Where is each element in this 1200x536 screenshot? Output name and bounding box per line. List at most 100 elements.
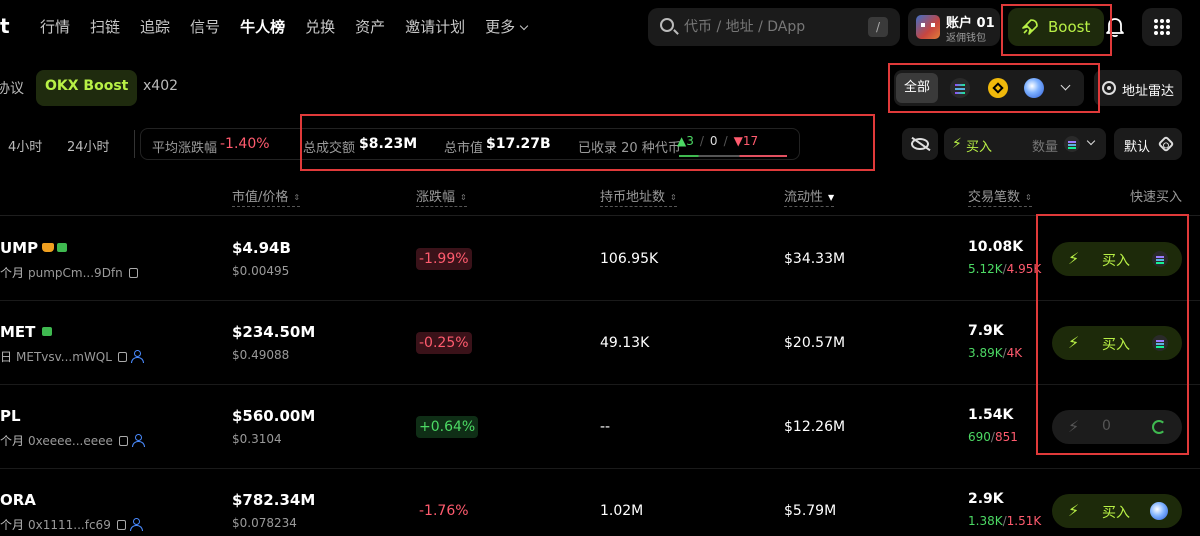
table-row[interactable]: MET 日 METvsv...mWQL $234.50M $0.49088 -0.…: [0, 301, 1200, 385]
column-header-change[interactable]: 涨跌幅 ⇕: [416, 186, 467, 207]
column-header-mcap[interactable]: 市值/价格 ⇕: [232, 186, 301, 207]
nav-items: 行情 扫链 追踪 信号 牛人榜 兑换 资产 邀请计划 更多: [40, 16, 547, 37]
top-nav: t 行情 扫链 追踪 信号 牛人榜 兑换 资产 邀请计划 更多 / 账户 01 …: [0, 0, 1200, 56]
buy-sell-split: 5.12K/4.95K: [968, 262, 1042, 276]
gear-icon: [1157, 135, 1175, 153]
nav-item-track[interactable]: 追踪: [140, 16, 170, 37]
base-icon[interactable]: [1024, 78, 1044, 98]
account-switcher[interactable]: 账户 01 返佣钱包: [908, 8, 1000, 46]
verified-badge-icon: [42, 327, 53, 336]
buy-amount-input[interactable]: 数量: [1032, 136, 1058, 155]
logo[interactable]: t: [0, 14, 10, 38]
sort-icon: ⇕: [670, 193, 677, 202]
price: $0.00495: [232, 264, 290, 278]
loading-spinner-icon: [1152, 420, 1166, 434]
preset-default-button[interactable]: 默认: [1114, 128, 1182, 160]
sort-icon: ⇕: [460, 193, 467, 202]
change-badge: -0.25%: [416, 332, 472, 354]
solana-icon[interactable]: [950, 78, 970, 98]
nav-item-leaderboard[interactable]: 牛人榜: [240, 16, 285, 37]
market-cap: $560.00M: [232, 407, 316, 425]
lightning-icon: ⚡: [1068, 417, 1080, 436]
table-row[interactable]: ORA 个月 0x1111...fc69 $782.34M $0.078234 -…: [0, 469, 1200, 536]
quick-buy-label: 买入: [1102, 337, 1130, 353]
dev-icon[interactable]: [129, 518, 143, 531]
avatar: [916, 15, 940, 39]
copy-icon[interactable]: [117, 352, 127, 362]
token-symbol: UMP: [0, 239, 68, 257]
nav-item-scan[interactable]: 扫链: [90, 16, 120, 37]
tab-protocol[interactable]: 协议: [0, 78, 24, 98]
buy-config-label: 买入: [966, 140, 993, 155]
solana-icon: [1064, 136, 1080, 152]
search-icon: [660, 18, 674, 32]
chevron-down-icon[interactable]: [1060, 80, 1071, 91]
column-header-liquidity[interactable]: 流动性 ▼: [784, 186, 835, 207]
dev-icon[interactable]: [131, 434, 145, 447]
timeframe-4h[interactable]: 4小时: [8, 136, 42, 155]
quick-buy-button-disabled[interactable]: ⚡ 0: [1052, 410, 1182, 444]
search-input[interactable]: [684, 8, 864, 46]
nav-item-swap[interactable]: 兑换: [305, 16, 335, 37]
quick-buy-label: 买入: [1102, 253, 1130, 269]
token-meta: 个月 0xeeee...eeee: [0, 432, 145, 449]
nav-item-market[interactable]: 行情: [40, 16, 70, 37]
nav-item-signal[interactable]: 信号: [190, 16, 220, 37]
sort-desc-icon: ▼: [828, 193, 835, 202]
hide-toggle-button[interactable]: [902, 128, 938, 160]
copy-icon[interactable]: [116, 520, 126, 530]
token-symbol: ORA: [0, 491, 36, 509]
buy-sell-split: 3.89K/4K: [968, 346, 1023, 360]
nav-item-more[interactable]: 更多: [485, 16, 529, 37]
bell-icon[interactable]: [1102, 14, 1128, 40]
address-radar-button[interactable]: 地址雷达: [1094, 70, 1182, 106]
search-shortcut-badge: /: [868, 17, 888, 37]
tab-x402[interactable]: x402: [143, 78, 178, 94]
divider: [134, 130, 135, 158]
search-box: /: [648, 8, 900, 46]
chain-filter-all[interactable]: 全部: [896, 73, 938, 103]
timeframe-24h[interactable]: 24小时: [67, 136, 110, 155]
nav-item-invite[interactable]: 邀请计划: [405, 16, 465, 37]
quick-buy-config[interactable]: ⚡ 买入 数量: [944, 128, 1106, 160]
apps-grid-button[interactable]: [1142, 8, 1182, 46]
boost-button[interactable]: Boost: [1008, 8, 1104, 46]
nav-item-assets[interactable]: 资产: [355, 16, 385, 37]
holders-count: 49.13K: [600, 335, 650, 351]
price: $0.49088: [232, 348, 290, 362]
quick-buy-label: 买入: [1102, 505, 1130, 521]
quick-buy-button[interactable]: ⚡ 买入: [1052, 242, 1182, 276]
market-cap-label: 总市值: [444, 141, 484, 156]
verified-badge-icon: [57, 243, 68, 252]
txn-count: 10.08K: [968, 239, 1024, 255]
quick-buy-button[interactable]: ⚡ 买入: [1052, 326, 1182, 360]
token-address: 0x1111...fc69: [28, 518, 111, 532]
table-row[interactable]: PL 个月 0xeeee...eeee $560.00M $0.3104 +0.6…: [0, 385, 1200, 469]
rocket-icon: [1022, 19, 1038, 35]
liquidity: $5.79M: [784, 503, 837, 519]
quick-buy-button[interactable]: ⚡ 买入: [1052, 494, 1182, 528]
copy-icon[interactable]: [118, 436, 128, 446]
avg-change-value: -1.40%: [220, 136, 270, 152]
solana-icon: [1152, 251, 1168, 267]
column-header-holders[interactable]: 持币地址数 ⇕: [600, 186, 677, 207]
dev-icon[interactable]: [130, 350, 144, 363]
chevron-down-icon[interactable]: [1086, 136, 1096, 146]
copy-icon[interactable]: [128, 268, 138, 278]
token-meta: 个月 0x1111...fc69: [0, 516, 143, 533]
column-header-quick-buy: 快速买入: [1130, 190, 1183, 205]
lightning-icon: ⚡: [1068, 249, 1080, 268]
token-address: METvsv...mWQL: [16, 350, 112, 364]
crown-icon: [42, 243, 55, 252]
txn-count: 2.9K: [968, 491, 1004, 507]
column-header-txns[interactable]: 交易笔数 ⇕: [968, 186, 1032, 207]
tab-okx-boost[interactable]: OKX Boost: [36, 70, 138, 106]
bnb-icon[interactable]: [988, 78, 1008, 98]
radar-icon: [1102, 81, 1116, 95]
buy-sell-split: 690/851: [968, 430, 1018, 444]
eye-off-icon: [911, 138, 929, 150]
change-badge: -1.99%: [416, 248, 472, 270]
lightning-icon: ⚡: [1068, 501, 1080, 520]
table-row[interactable]: UMP 个月 pumpCm...9Dfn $4.94B $0.00495 -1.9…: [0, 217, 1200, 301]
txn-count: 7.9K: [968, 323, 1004, 339]
